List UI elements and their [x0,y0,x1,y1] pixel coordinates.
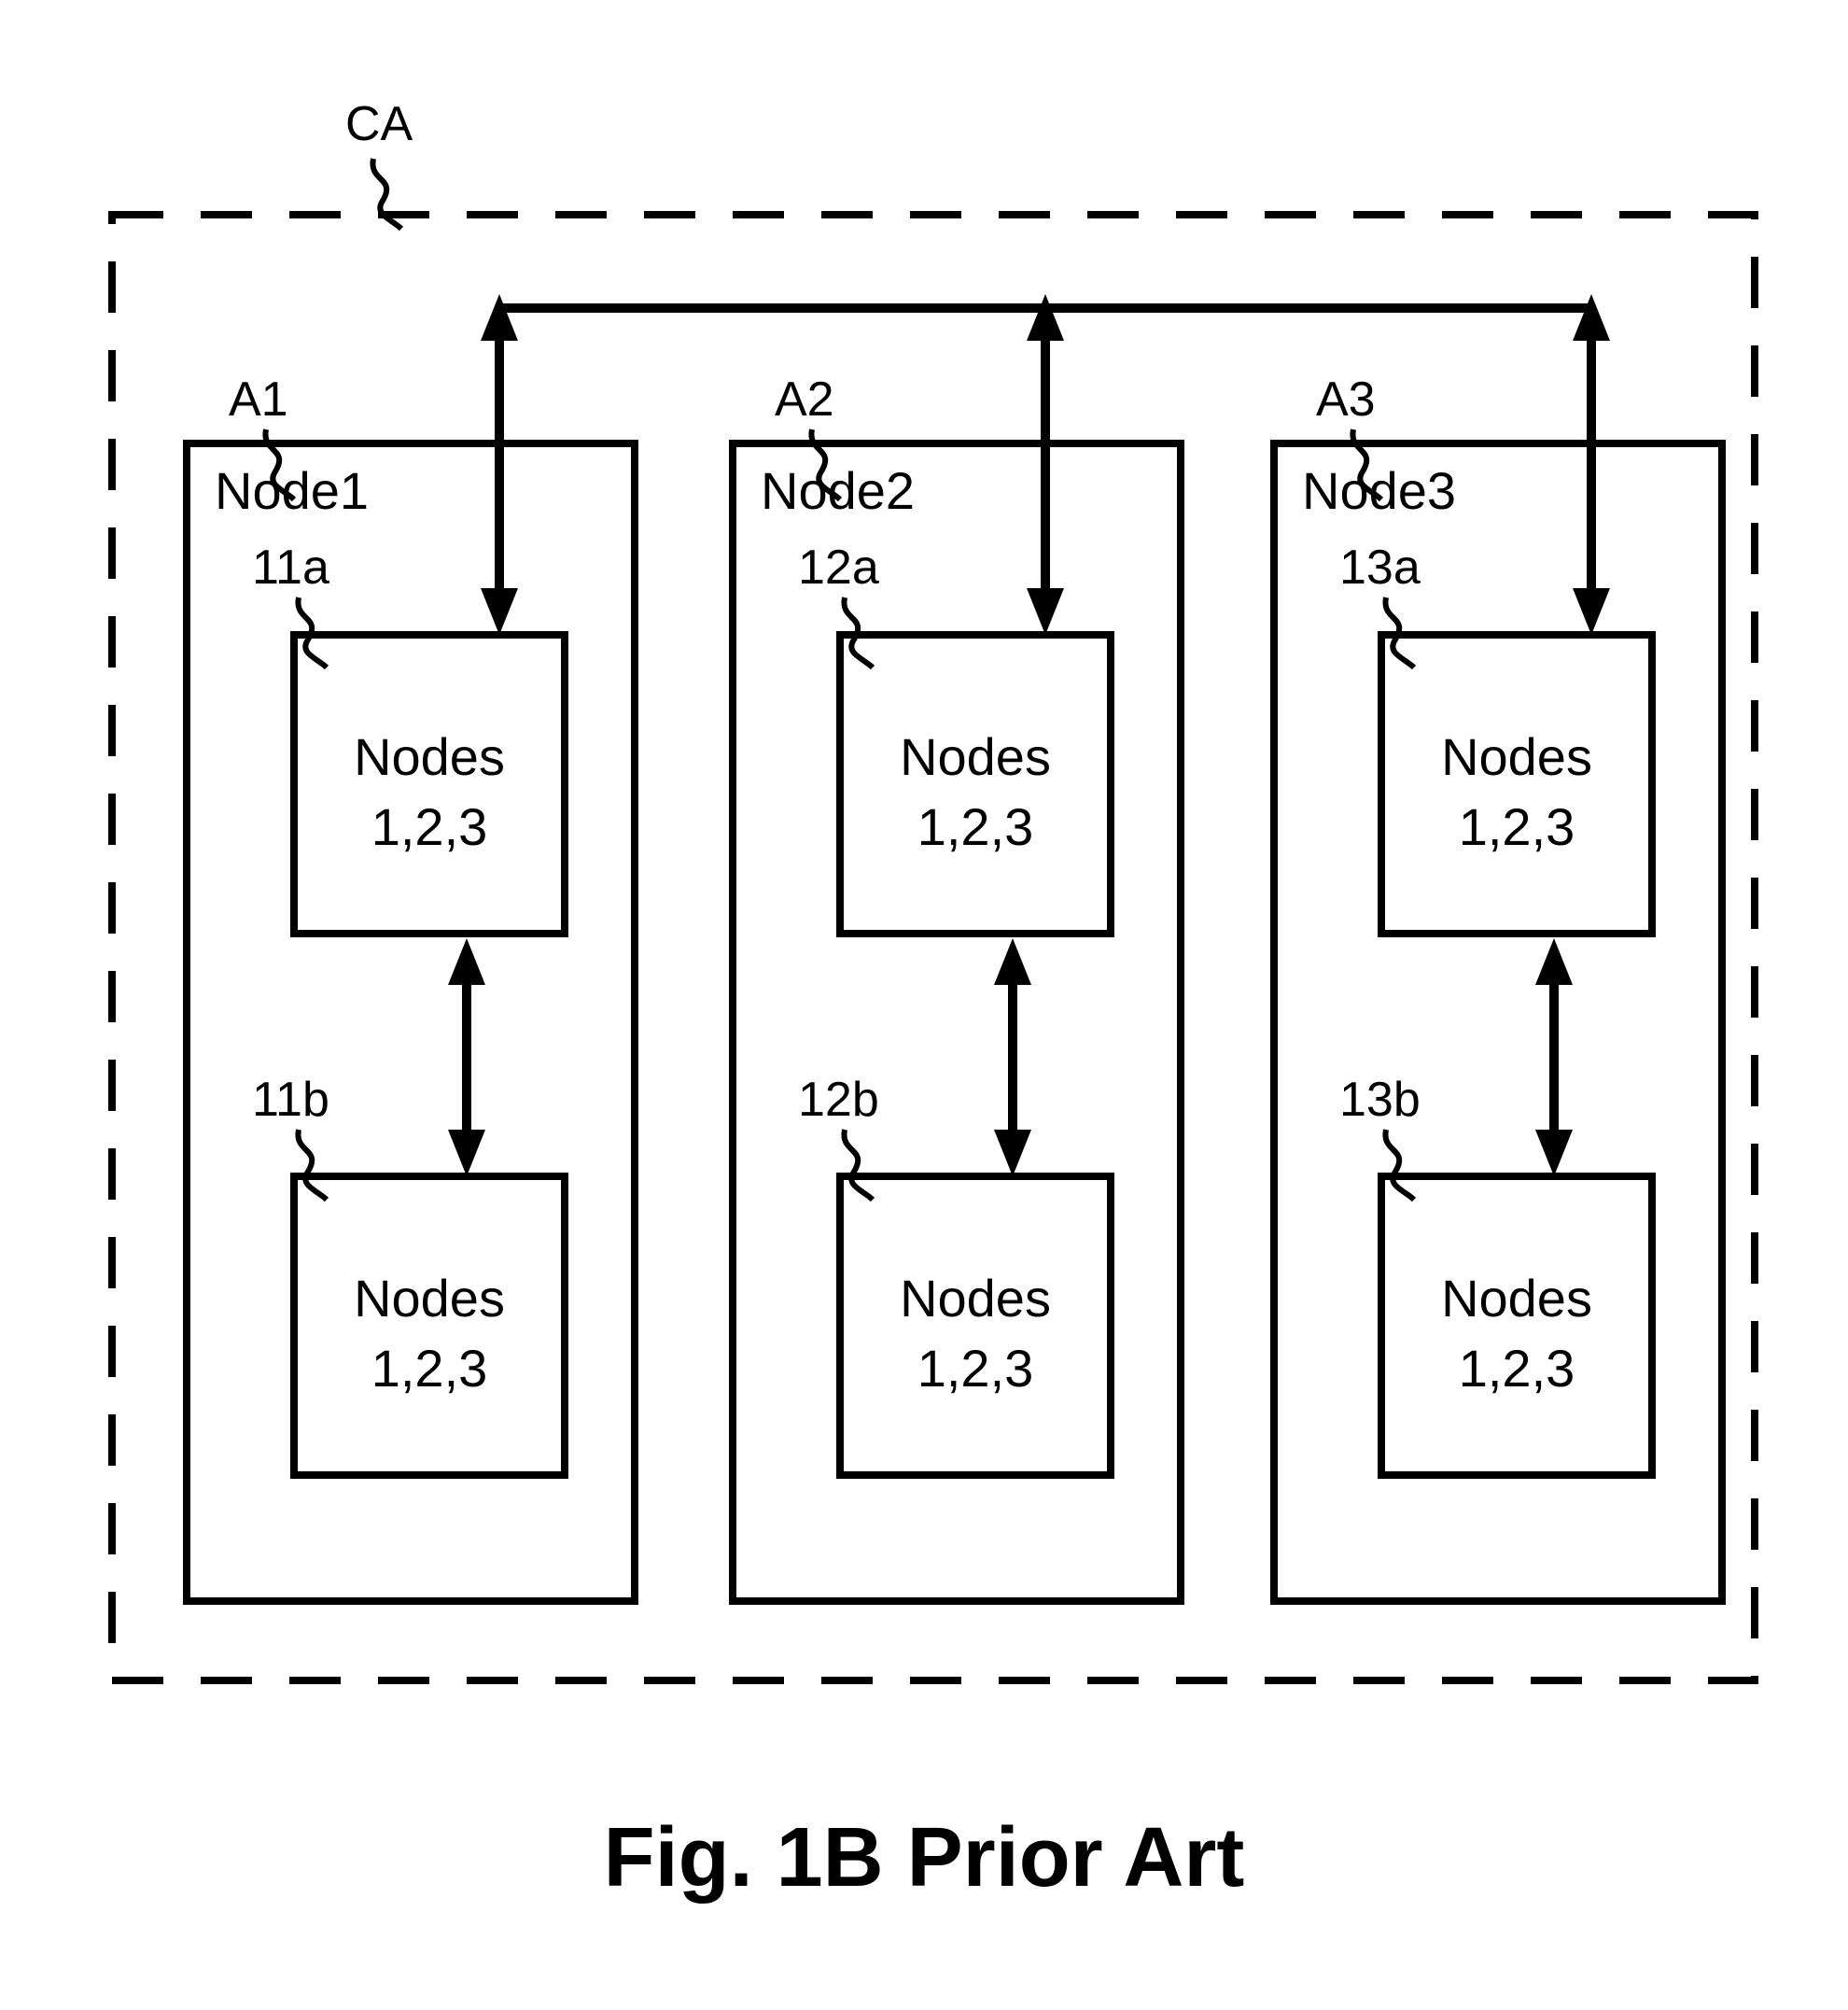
inner-13a-line2: 1,2,3 [1459,797,1575,856]
node2-group: A2 Node2 12a Nodes 1,2,3 12b Nodes 1,2,3 [733,372,1181,1601]
arrow-bus-to-node1 [481,294,518,635]
a3-label: A3 [1316,372,1376,427]
arrow-11a-11b [448,938,485,1176]
inner-11a-line2: 1,2,3 [371,797,488,856]
node1-title: Node1 [215,461,369,520]
ca-label: CA [345,97,413,151]
arrow-bus-to-node3 [1573,294,1610,635]
ref-13b: 13b [1339,1073,1421,1127]
squig-12b [844,1130,873,1200]
squig-11b [298,1130,327,1200]
a1-label: A1 [229,372,288,427]
squig-13b [1385,1130,1414,1200]
ref-11b: 11b [252,1073,329,1127]
inner-12a-line1: Nodes [900,727,1051,786]
ca-box [112,215,1755,1680]
inner-13b-line1: Nodes [1441,1269,1592,1328]
ref-12a: 12a [798,541,879,595]
diagram-svg: CA A1 Node1 11a Nodes 1,2,3 [0,0,1848,2005]
inner-12b-line1: Nodes [900,1269,1051,1328]
inner-13b-line2: 1,2,3 [1459,1339,1575,1398]
inner-11b-line2: 1,2,3 [371,1339,488,1398]
figure-caption: Fig. 1B Prior Art [604,1811,1245,1905]
ref-13a: 13a [1339,541,1421,595]
inner-11b-line1: Nodes [354,1269,505,1328]
inner-13a-line1: Nodes [1441,727,1592,786]
node3-title: Node3 [1302,461,1456,520]
a2-label: A2 [775,372,834,427]
node2-title: Node2 [761,461,915,520]
ref-11a: 11a [252,541,329,595]
node1-group: A1 Node1 11a Nodes 1,2,3 11b Nodes 1,2,3 [187,372,635,1601]
ref-12b: 12b [798,1073,879,1127]
arrow-12a-12b [994,938,1031,1176]
arrow-13a-13b [1535,938,1573,1176]
node3-group: A3 Node3 13a Nodes 1,2,3 13b Nodes 1,2,3 [1274,372,1722,1601]
arrow-bus-to-node2 [1027,294,1064,635]
inner-11a-line1: Nodes [354,727,505,786]
diagram-page: CA A1 Node1 11a Nodes 1,2,3 [0,0,1848,2005]
inner-12a-line2: 1,2,3 [917,797,1034,856]
inner-12b-line2: 1,2,3 [917,1339,1034,1398]
